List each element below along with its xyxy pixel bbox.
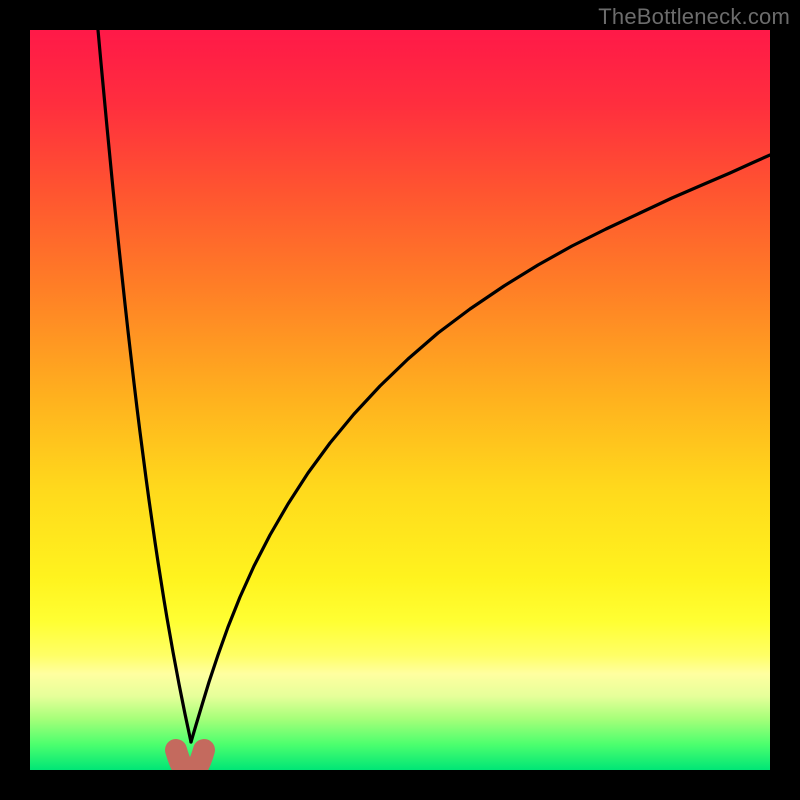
optimal-marker — [176, 750, 204, 770]
bottleneck-curve-right — [191, 155, 770, 742]
curve-layer — [30, 30, 770, 770]
watermark-text: TheBottleneck.com — [598, 4, 790, 30]
chart-frame: TheBottleneck.com — [0, 0, 800, 800]
plot-area — [30, 30, 770, 770]
bottleneck-curve-left — [98, 30, 191, 742]
